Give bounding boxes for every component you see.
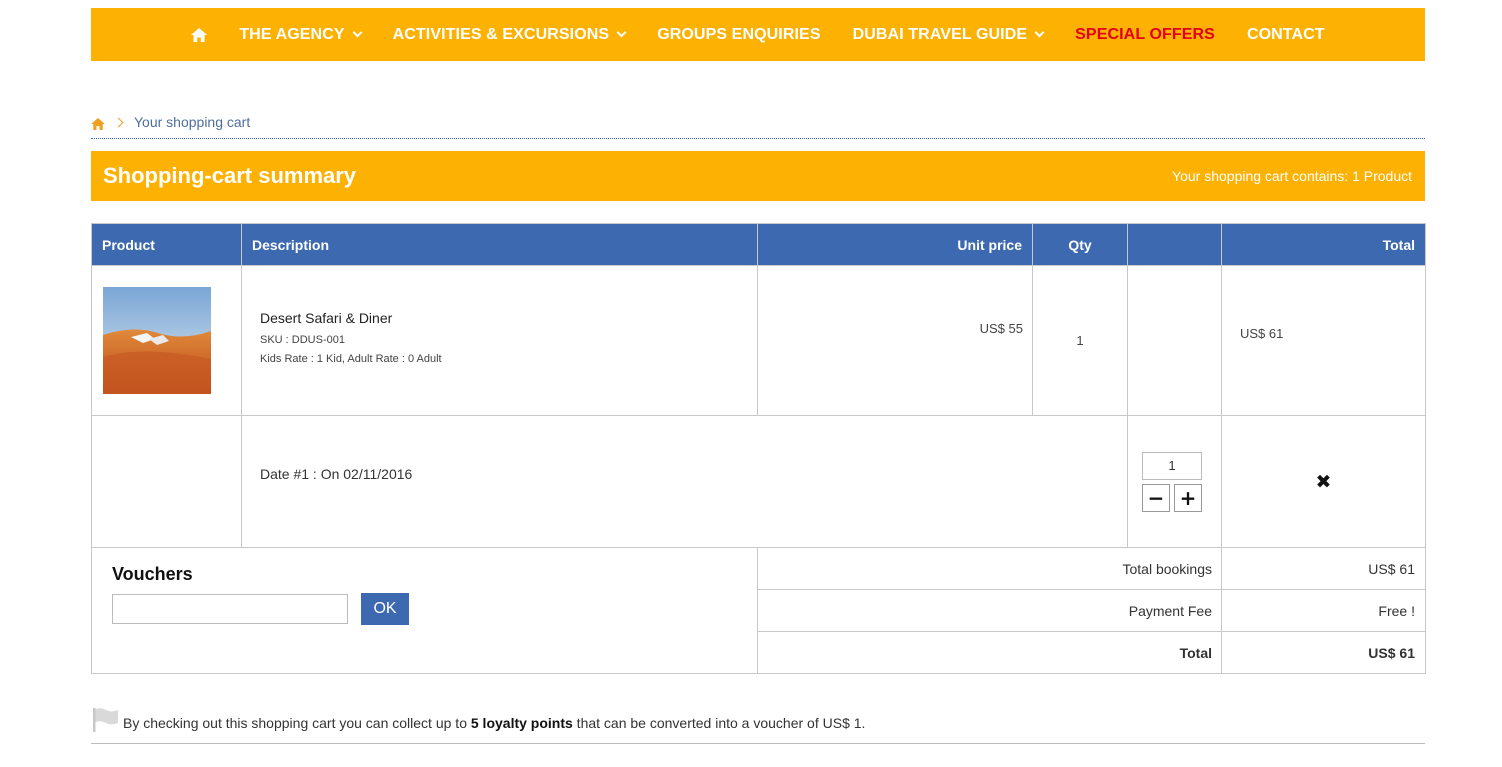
unit-price-cell: US$ 55 [757, 265, 1033, 416]
quantity-stepper: − + [1142, 451, 1221, 512]
stepper-buttons: − + [1142, 483, 1202, 512]
table-header-row: Product Description Unit price Qty Total [91, 223, 1426, 266]
remove-cell: ✖ [1221, 415, 1426, 548]
product-rates: Kids Rate : 1 Kid, Adult Rate : 0 Adult [260, 352, 442, 365]
increase-button[interactable]: + [1174, 483, 1202, 512]
voucher-form: OK [112, 593, 737, 625]
cart-summary-bar: Shopping-cart summary Your shopping cart… [91, 151, 1425, 201]
breadcrumb: Your shopping cart [91, 112, 1425, 139]
column-header-blank [1127, 223, 1222, 266]
grand-total-label: Total [757, 631, 1222, 674]
page-title: Shopping-cart summary [103, 163, 357, 188]
booking-date-cell: Date #1 : On 02/11/2016 [241, 415, 1128, 548]
column-header-product: Product [91, 223, 242, 266]
chevron-down-icon [616, 27, 627, 38]
remove-item-icon[interactable]: ✖ [1316, 471, 1332, 493]
qty-cell: 1 [1032, 265, 1128, 416]
payment-fee-value: Free ! [1221, 589, 1426, 632]
nav-item-contact[interactable]: CONTACT [1247, 26, 1325, 44]
blank-cell [1127, 265, 1222, 416]
loyalty-text: By checking out this shopping cart you c… [123, 707, 865, 731]
product-image-cell [91, 265, 242, 416]
line-total-value: US$ 61 [1240, 326, 1284, 341]
table-row: Date #1 : On 02/11/2016 − + ✖ [91, 415, 1426, 548]
unit-price-value: US$ 55 [979, 321, 1023, 336]
table-row: Desert Safari & Diner SKU : DDUS-001 Kid… [91, 265, 1426, 416]
blank-cell [91, 415, 242, 548]
product-image[interactable] [103, 287, 211, 394]
voucher-ok-button[interactable]: OK [361, 593, 409, 625]
qty-value: 1 [1076, 333, 1084, 348]
product-sku: SKU : DDUS-001 [260, 333, 345, 346]
cart-table: Product Description Unit price Qty Total [91, 223, 1426, 674]
quantity-input[interactable] [1142, 451, 1202, 480]
chevron-down-icon [352, 27, 363, 38]
loyalty-suffix: that can be converted into a voucher of … [572, 715, 866, 731]
payment-fee-label: Payment Fee [757, 589, 1222, 632]
nav-item-label: ACTIVITIES & EXCURSIONS [392, 25, 610, 43]
loyalty-notice: By checking out this shopping cart you c… [91, 707, 1425, 744]
voucher-section: Vouchers OK [91, 547, 758, 674]
voucher-title: Vouchers [112, 564, 193, 584]
loyalty-prefix: By checking out this shopping cart you c… [123, 715, 471, 731]
line-total-cell: US$ 61 [1221, 265, 1426, 416]
product-description-cell: Desert Safari & Diner SKU : DDUS-001 Kid… [241, 265, 758, 416]
chevron-down-icon [1034, 27, 1045, 38]
flag-icon [93, 708, 118, 732]
booking-date: Date #1 : On 02/11/2016 [260, 465, 413, 482]
column-header-description: Description [241, 223, 758, 266]
nav-item-groups-enquiries[interactable]: GROUPS ENQUIRIES [657, 26, 820, 44]
chevron-right-icon [113, 117, 124, 128]
nav-item-label: DUBAI TRAVEL GUIDE [852, 25, 1028, 43]
home-icon[interactable] [91, 115, 105, 130]
nav-item-label: SPECIAL OFFERS [1075, 25, 1215, 43]
grand-total-value: US$ 61 [1221, 631, 1426, 674]
total-bookings-label: Total bookings [757, 547, 1222, 590]
total-bookings-value: US$ 61 [1221, 547, 1426, 590]
loyalty-points: 5 loyalty points [470, 715, 573, 731]
main-nav: THE AGENCY ACTIVITIES & EXCURSIONS GROUP… [91, 8, 1425, 61]
breadcrumb-current: Your shopping cart [134, 114, 251, 130]
home-icon[interactable] [191, 27, 208, 43]
column-header-unit-price: Unit price [757, 223, 1033, 266]
cart-count: Your shopping cart contains: 1 Product [1172, 168, 1412, 184]
decrease-button[interactable]: − [1142, 483, 1170, 512]
voucher-code-input[interactable] [112, 594, 348, 624]
nav-item-label: CONTACT [1246, 25, 1325, 43]
qty-stepper-cell: − + [1127, 415, 1222, 548]
nav-item-label: THE AGENCY [239, 25, 345, 43]
nav-item-dubai-travel-guide[interactable]: DUBAI TRAVEL GUIDE [852, 25, 1045, 44]
product-name[interactable]: Desert Safari & Diner [260, 310, 757, 326]
nav-item-special-offers[interactable]: SPECIAL OFFERS [1075, 26, 1215, 44]
column-header-qty: Qty [1032, 223, 1128, 266]
nav-item-activities-excursions[interactable]: ACTIVITIES & EXCURSIONS [392, 25, 627, 44]
nav-item-the-agency[interactable]: THE AGENCY [239, 25, 363, 44]
nav-item-label: GROUPS ENQUIRIES [657, 25, 821, 43]
column-header-total: Total [1221, 223, 1426, 266]
summary-row-bookings: Vouchers OK Total bookings US$ 61 [91, 547, 1426, 674]
